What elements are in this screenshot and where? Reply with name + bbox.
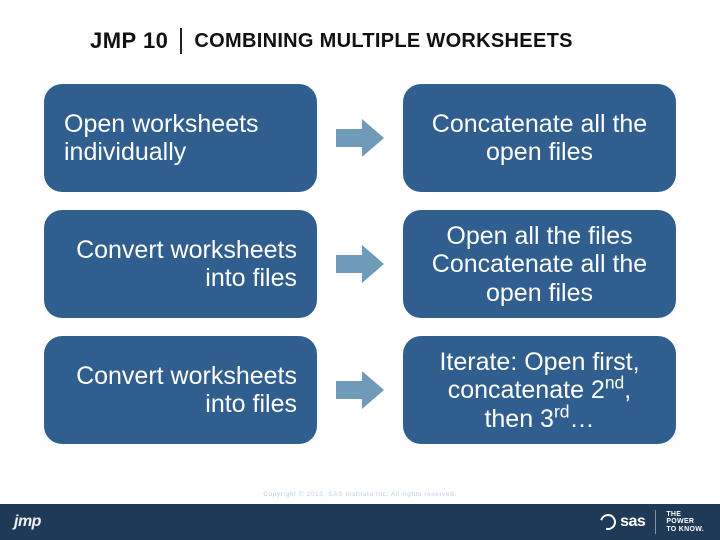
arrow-right-icon [334, 242, 386, 286]
step-right-card: Concatenate all the open files [403, 84, 676, 192]
arrow-cell [327, 210, 393, 318]
copyright-text: Copyright © 2013, SAS Institute Inc. All… [263, 491, 457, 498]
jmp-version-badge: JMP 10 [90, 28, 182, 54]
step-right-text: Concatenate all the open files [423, 110, 656, 167]
sas-logo-icon: sas [600, 513, 645, 531]
header: JMP 10 COMBINING MULTIPLE WORKSHEETS [0, 0, 720, 54]
step-row: Convert worksheets into files Iterate: O… [44, 336, 676, 444]
sas-swoosh-icon [597, 511, 619, 533]
step-left-card: Open worksheets individually [44, 84, 317, 192]
step-right-text: Iterate: Open first, concatenate 2nd, th… [423, 348, 656, 434]
step-left-card: Convert worksheets into files [44, 336, 317, 444]
step-left-text: Open worksheets individually [64, 110, 297, 167]
step-left-text: Convert worksheets into files [64, 362, 297, 419]
slide: JMP 10 COMBINING MULTIPLE WORKSHEETS Ope… [0, 0, 720, 540]
step-right-card: Open all the files Concatenate all the o… [403, 210, 676, 318]
slide-title: COMBINING MULTIPLE WORKSHEETS [182, 30, 572, 53]
divider [655, 510, 656, 534]
step-left-card: Convert worksheets into files [44, 210, 317, 318]
sas-tagline: THE POWER TO KNOW. [666, 511, 704, 533]
step-left-text: Convert worksheets into files [64, 236, 297, 293]
footer-bar: jmp sas THE POWER TO KNOW. [0, 504, 720, 540]
sas-logo-text: sas [620, 513, 645, 531]
arrow-cell [327, 84, 393, 192]
arrow-right-icon [334, 116, 386, 160]
step-right-card: Iterate: Open first, concatenate 2nd, th… [403, 336, 676, 444]
step-row: Open worksheets individually Concatenate… [44, 84, 676, 192]
step-row: Convert worksheets into files Open all t… [44, 210, 676, 318]
step-right-text: Open all the files Concatenate all the o… [423, 222, 656, 308]
jmp-logo-icon: jmp [14, 513, 41, 531]
arrow-cell [327, 336, 393, 444]
content: Open worksheets individually Concatenate… [0, 54, 720, 444]
arrow-right-icon [334, 368, 386, 412]
sas-logo-block: sas THE POWER TO KNOW. [600, 510, 704, 534]
